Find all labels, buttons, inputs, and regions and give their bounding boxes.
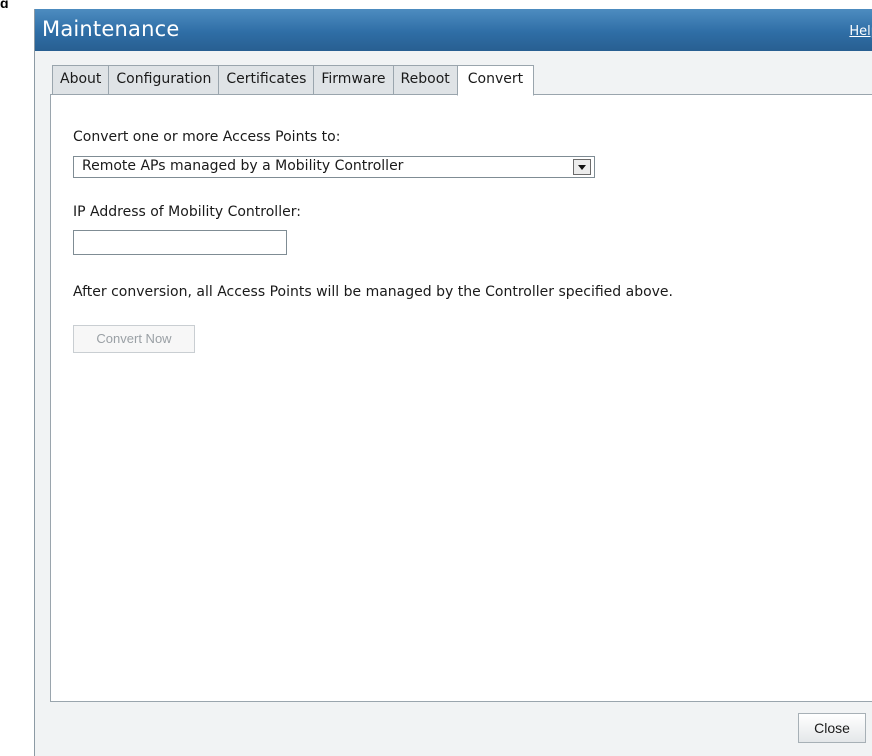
conversion-note: After conversion, all Access Points will…: [73, 284, 673, 300]
close-button[interactable]: Close: [798, 713, 866, 743]
chevron-down-icon[interactable]: [573, 159, 591, 175]
convert-panel: Convert one or more Access Points to: Re…: [50, 94, 872, 702]
tab-reboot[interactable]: Reboot: [392, 65, 457, 95]
screenshot-frame: g Maintenance Help About Configuration C…: [0, 0, 872, 756]
dialog-title: Maintenance: [42, 17, 180, 41]
tab-about[interactable]: About: [52, 65, 109, 95]
tab-certificates[interactable]: Certificates: [218, 65, 314, 95]
help-link[interactable]: Help: [849, 24, 872, 39]
maintenance-dialog: Maintenance Help About Configuration Cer…: [34, 9, 872, 756]
dialog-titlebar: Maintenance Help: [35, 9, 872, 51]
convert-now-button[interactable]: Convert Now: [73, 325, 195, 353]
tab-bar: About Configuration Certificates Firmwar…: [52, 65, 535, 96]
ip-address-label: IP Address of Mobility Controller:: [73, 204, 301, 220]
tab-configuration[interactable]: Configuration: [108, 65, 219, 95]
ip-address-input[interactable]: [73, 230, 287, 255]
convert-to-label: Convert one or more Access Points to:: [73, 129, 341, 145]
tab-convert[interactable]: Convert: [456, 65, 535, 96]
convert-to-selected-value: Remote APs managed by a Mobility Control…: [82, 158, 404, 174]
figure-label: g: [0, 0, 9, 8]
convert-to-select[interactable]: Remote APs managed by a Mobility Control…: [73, 156, 595, 178]
tab-firmware[interactable]: Firmware: [313, 65, 393, 95]
